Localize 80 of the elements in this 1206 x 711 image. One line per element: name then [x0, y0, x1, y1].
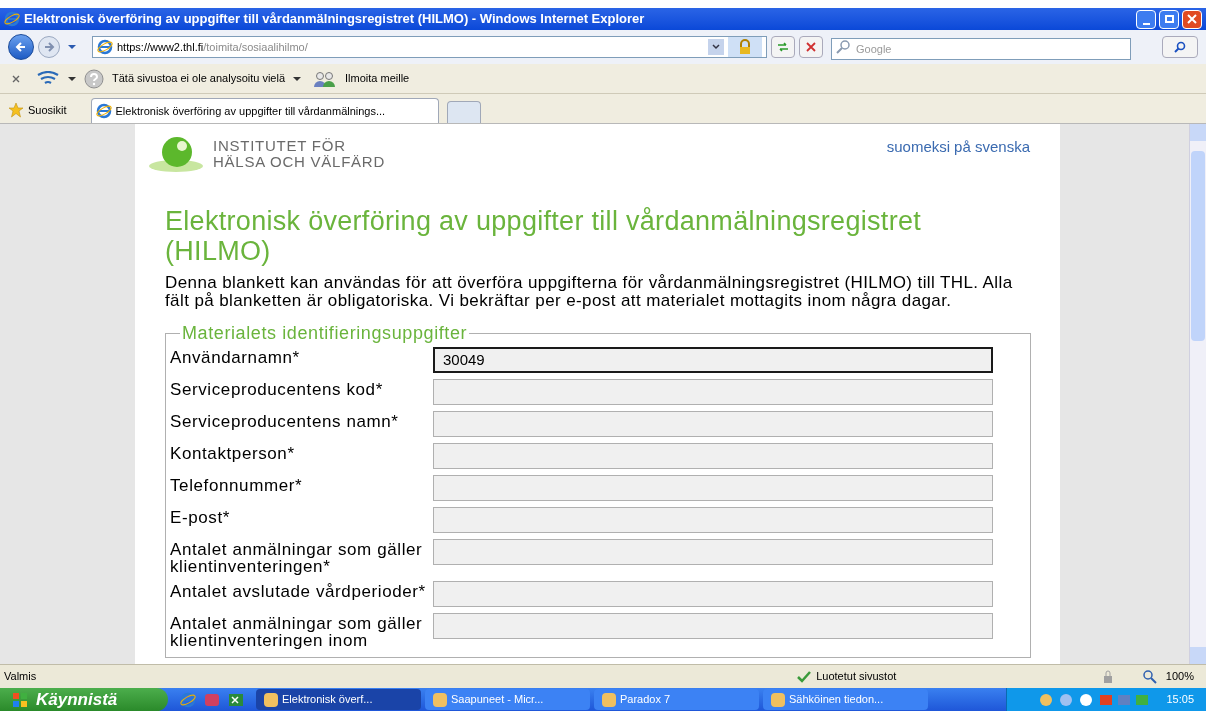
field-label: Antalet anmälningar som gäller klientinventeringen inom [170, 613, 424, 649]
text-input-field[interactable] [433, 581, 993, 607]
leaf-logo-icon [147, 134, 205, 174]
site-status-text[interactable]: Tätä sivustoa ei ole analysoitu vielä [112, 70, 286, 87]
forward-arrow-icon [43, 41, 55, 53]
star-icon [8, 102, 24, 118]
taskbar-button[interactable]: Saapuneet - Micr... [425, 689, 590, 710]
search-icon [835, 39, 851, 55]
people-icon [313, 70, 338, 87]
text-input-field[interactable] [433, 613, 993, 639]
app-icon [771, 692, 785, 707]
favorites-button[interactable]: Suosikit [8, 97, 83, 123]
dropdown-caret-icon[interactable] [293, 74, 302, 83]
help-icon [84, 68, 104, 89]
app-icon[interactable] [204, 691, 220, 708]
text-input-field[interactable] [433, 443, 993, 469]
close-icon [1187, 14, 1197, 24]
field-label: Serviceproducentens kod* [170, 379, 384, 398]
url-text: https://www2.thl.fi/toimita/sosiaalihilmo/ [117, 39, 308, 55]
zoom-icon[interactable] [1141, 668, 1158, 685]
spreadsheet-icon[interactable] [228, 691, 244, 708]
text-input-field[interactable] [433, 507, 993, 533]
text-input-field[interactable]: 30049 [433, 347, 993, 373]
clock: 15:05 [1166, 692, 1194, 708]
start-button[interactable]: Käynnistä [0, 688, 168, 711]
section-legend: Materialets identifieringsuppgifter [180, 320, 470, 347]
language-link[interactable]: på svenska [954, 136, 1030, 159]
report-link[interactable]: Ilmoita meille [345, 70, 410, 87]
app-icon [264, 692, 278, 707]
restore-icon [1164, 15, 1174, 23]
scroll-thumb[interactable] [1191, 151, 1205, 341]
language-link[interactable]: suomeksi [886, 136, 951, 159]
app-icon [433, 692, 447, 707]
search-icon [1174, 41, 1186, 53]
minimize-icon [1142, 22, 1150, 25]
page-heading: Elektronisk överföring av uppgifter till vårdanmälningsregistret (HILMO) [165, 206, 923, 266]
search-field[interactable]: Google [831, 38, 1131, 60]
text-input-field[interactable] [433, 539, 993, 565]
intro-text: Denna blankett kan användas för att överföra uppgifterna för vårdanmälningsregistret (HILMO) till THL. Alla fält på blanketten är obligatoriska. Vi bekräftar per e-post att materialet mottagits inom några dagar. [165, 274, 1014, 310]
browser-tab[interactable]: Elektronisk överföring av uppgifter till vårdanmälnings... [90, 98, 439, 123]
field-label: Kontaktperson* [170, 443, 296, 462]
windows-logo-icon [12, 691, 28, 708]
forward-button[interactable] [38, 36, 60, 58]
status-text: Valmis [4, 669, 37, 685]
text-input-field[interactable] [433, 411, 993, 437]
field-label: Användarnamn* [170, 347, 301, 366]
refresh-button[interactable] [771, 36, 795, 58]
text-input-field[interactable] [433, 475, 993, 501]
zoom-level[interactable]: 100% [1165, 668, 1194, 685]
address-field[interactable]: https://www2.thl.fi/toimita/sosiaalihilmo/ [92, 36, 767, 58]
text-input-field[interactable] [433, 379, 993, 405]
minimize-button[interactable] [1136, 9, 1156, 29]
new-tab-button[interactable] [446, 101, 481, 123]
back-button[interactable] [8, 34, 34, 60]
dropdown-caret-icon[interactable] [708, 39, 724, 55]
window-title: Elektronisk överföring av uppgifter till vårdanmälningsregistret (HILMO) - Windows Internet Explorer [24, 10, 645, 29]
taskbar-button[interactable]: Sähköinen tiedon... [763, 689, 928, 710]
organization-name: HÄLSA OCH VÄLFÄRD [213, 154, 385, 170]
taskbar-button[interactable]: Elektronisk överf... [256, 689, 421, 710]
restore-button[interactable] [1159, 9, 1179, 29]
close-icon [805, 41, 817, 53]
dropdown-caret-icon[interactable] [68, 43, 76, 51]
field-label: E-post* [170, 507, 231, 526]
security-zone-text: Luotetut sivustot [816, 669, 897, 685]
field-label: Telefonnummer* [170, 475, 304, 494]
app-icon [602, 692, 616, 707]
wifi-icon[interactable] [36, 70, 60, 87]
back-arrow-icon [15, 41, 27, 53]
search-button[interactable] [1162, 36, 1198, 58]
field-label: Antalet anmälningar som gäller klientinventeringen* [170, 539, 424, 575]
refresh-icon [777, 41, 789, 53]
close-icon[interactable] [12, 74, 20, 83]
organization-name: INSTITUTET FÖR [213, 138, 347, 154]
scrollbar[interactable] [1189, 124, 1206, 664]
field-label: Antalet avslutade vårdperioder* [170, 581, 427, 600]
close-button[interactable] [1182, 9, 1202, 29]
dropdown-caret-icon[interactable] [68, 74, 76, 83]
stop-button[interactable] [799, 36, 823, 58]
taskbar-button[interactable]: Paradox 7 [594, 689, 759, 710]
field-label: Serviceproducentens namn* [170, 411, 400, 430]
